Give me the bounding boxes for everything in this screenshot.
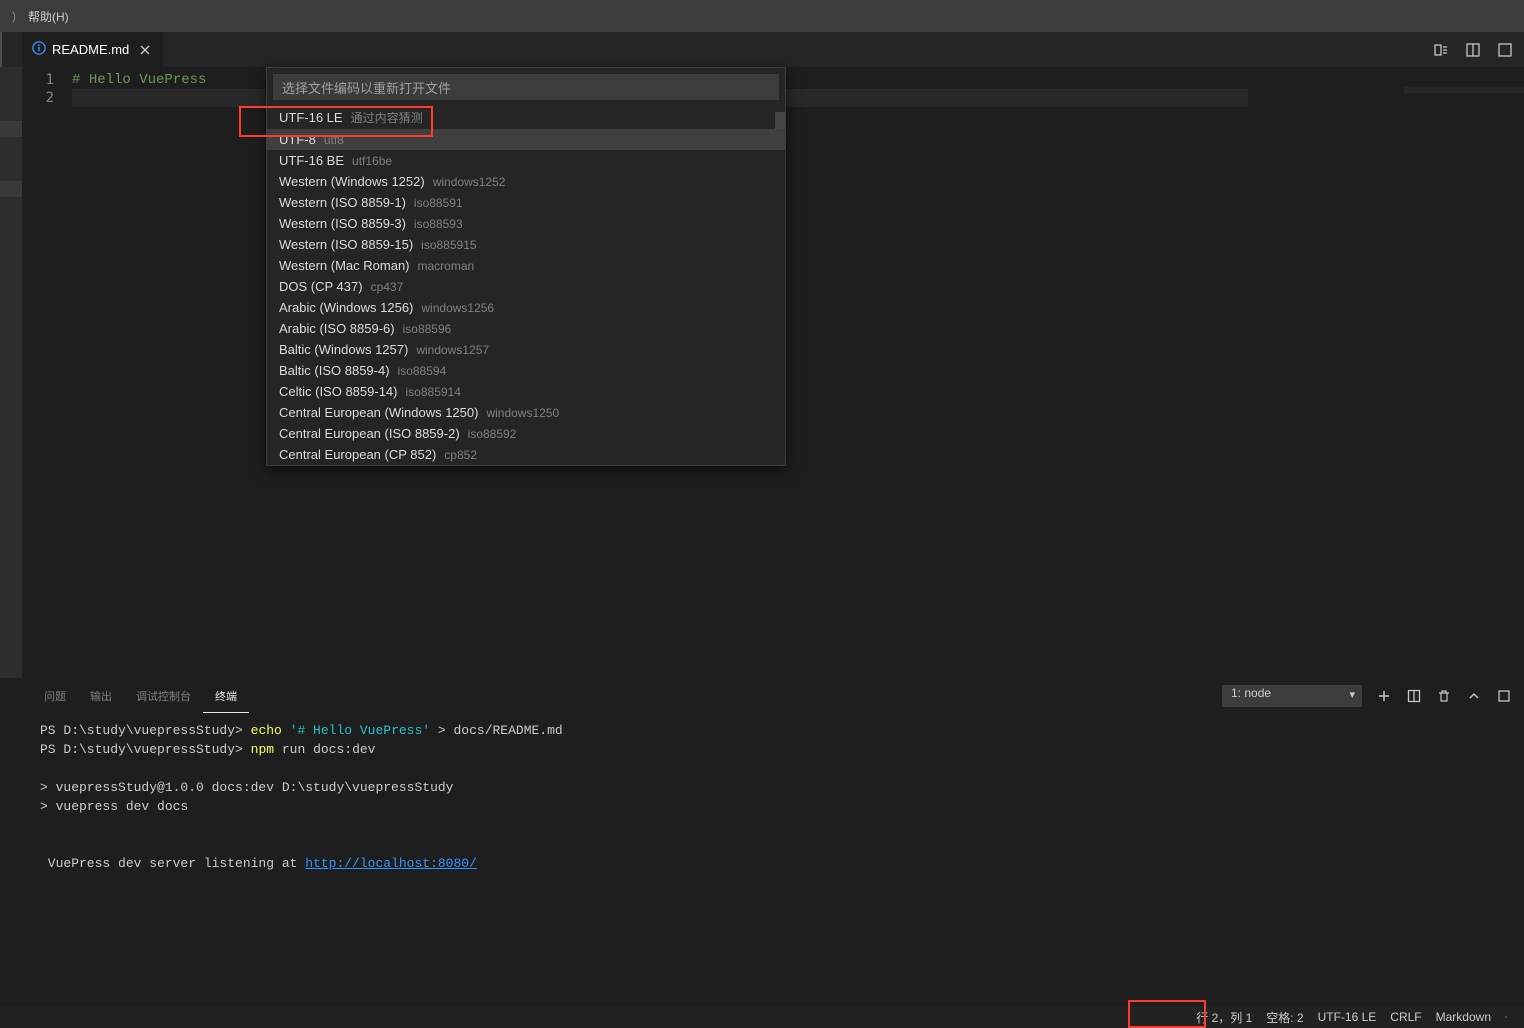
palette-item[interactable]: Western (ISO 8859-15)iso885915 bbox=[267, 234, 785, 255]
feedback-icon[interactable] bbox=[1498, 1009, 1514, 1025]
activity-strip bbox=[0, 32, 22, 67]
palette-item[interactable]: Western (Mac Roman)macroman bbox=[267, 255, 785, 276]
tab-bar: README.md bbox=[0, 32, 1524, 67]
minimap[interactable] bbox=[1404, 67, 1524, 678]
more-icon[interactable] bbox=[1494, 39, 1516, 61]
tab-debug-console[interactable]: 调试控制台 bbox=[124, 679, 203, 713]
editor-tab-readme[interactable]: README.md bbox=[22, 32, 163, 67]
palette-item[interactable]: Western (Windows 1252)windows1252 bbox=[267, 171, 785, 192]
preview-icon[interactable] bbox=[1430, 39, 1452, 61]
tab-label: README.md bbox=[52, 42, 129, 57]
maximize-panel-icon[interactable] bbox=[1496, 688, 1512, 704]
palette-placeholder: 选择文件编码以重新打开文件 bbox=[282, 78, 451, 97]
trash-icon[interactable] bbox=[1436, 688, 1452, 704]
status-line-col[interactable]: 行 2，列 1 bbox=[1189, 1009, 1259, 1026]
tab-terminal[interactable]: 终端 bbox=[203, 679, 249, 713]
line-gutter: 1 2 bbox=[22, 67, 72, 678]
side-strip bbox=[0, 67, 22, 678]
line-number: 2 bbox=[22, 89, 54, 107]
palette-item[interactable]: Central European (CP 852)cp852 bbox=[267, 444, 785, 465]
menu-bar: ) 帮助(H) bbox=[6, 5, 75, 27]
info-icon bbox=[32, 41, 46, 58]
palette-item[interactable]: Baltic (Windows 1257)windows1257 bbox=[267, 339, 785, 360]
palette-item[interactable]: Arabic (Windows 1256)windows1256 bbox=[267, 297, 785, 318]
palette-item-utf8[interactable]: UTF-8utf8 bbox=[267, 129, 785, 150]
new-terminal-icon[interactable] bbox=[1376, 688, 1392, 704]
tab-problems[interactable]: 问题 bbox=[32, 679, 78, 713]
bottom-panel: 问题 输出 调试控制台 终端 1: node PS D:\study\vuepr… bbox=[0, 678, 1524, 1028]
terminal-content[interactable]: PS D:\study\vuepressStudy> echo '# Hello… bbox=[0, 713, 1524, 1028]
palette-item[interactable]: Western (ISO 8859-1)iso88591 bbox=[267, 192, 785, 213]
status-indentation[interactable]: 空格: 2 bbox=[1259, 1009, 1310, 1026]
split-terminal-icon[interactable] bbox=[1406, 688, 1422, 704]
palette-list: UTF-16 LE通过内容猜测 UTF-8utf8 UTF-16 BEutf16… bbox=[267, 106, 785, 465]
menu-help[interactable]: 帮助(H) bbox=[22, 8, 75, 25]
palette-item[interactable]: Central European (Windows 1250)windows12… bbox=[267, 402, 785, 423]
status-language[interactable]: Markdown bbox=[1429, 1010, 1498, 1024]
split-editor-icon[interactable] bbox=[1462, 39, 1484, 61]
palette-item[interactable]: UTF-16 LE通过内容猜测 bbox=[267, 106, 785, 129]
palette-item[interactable]: Baltic (ISO 8859-4)iso88594 bbox=[267, 360, 785, 381]
overview-marker bbox=[0, 181, 22, 197]
close-icon[interactable] bbox=[137, 42, 153, 58]
chevron-up-icon[interactable] bbox=[1466, 688, 1482, 704]
status-eol[interactable]: CRLF bbox=[1383, 1010, 1428, 1024]
palette-item[interactable]: UTF-16 BEutf16be bbox=[267, 150, 785, 171]
terminal-selector[interactable]: 1: node bbox=[1222, 685, 1362, 707]
overview-marker bbox=[0, 121, 22, 137]
editor-area: 1 2 # Hello VuePress 选择文件编码以重新打开文件 UTF-1… bbox=[0, 67, 1524, 678]
panel-tabs: 问题 输出 调试控制台 终端 1: node bbox=[0, 679, 1524, 713]
tab-output[interactable]: 输出 bbox=[78, 679, 124, 713]
status-encoding[interactable]: UTF-16 LE bbox=[1311, 1010, 1384, 1024]
title-bar: ) 帮助(H) bbox=[0, 0, 1524, 32]
palette-item[interactable]: Central European (ISO 8859-2)iso88592 bbox=[267, 423, 785, 444]
palette-input[interactable]: 选择文件编码以重新打开文件 bbox=[273, 74, 779, 100]
status-bar: 行 2，列 1 空格: 2 UTF-16 LE CRLF Markdown bbox=[0, 1006, 1524, 1028]
line-number: 1 bbox=[22, 71, 54, 89]
palette-item[interactable]: Arabic (ISO 8859-6)iso88596 bbox=[267, 318, 785, 339]
palette-item[interactable]: DOS (CP 437)cp437 bbox=[267, 276, 785, 297]
encoding-picker: 选择文件编码以重新打开文件 UTF-16 LE通过内容猜测 UTF-8utf8 … bbox=[266, 67, 786, 466]
palette-item[interactable]: Western (ISO 8859-3)iso88593 bbox=[267, 213, 785, 234]
palette-item[interactable]: Celtic (ISO 8859-14)iso885914 bbox=[267, 381, 785, 402]
